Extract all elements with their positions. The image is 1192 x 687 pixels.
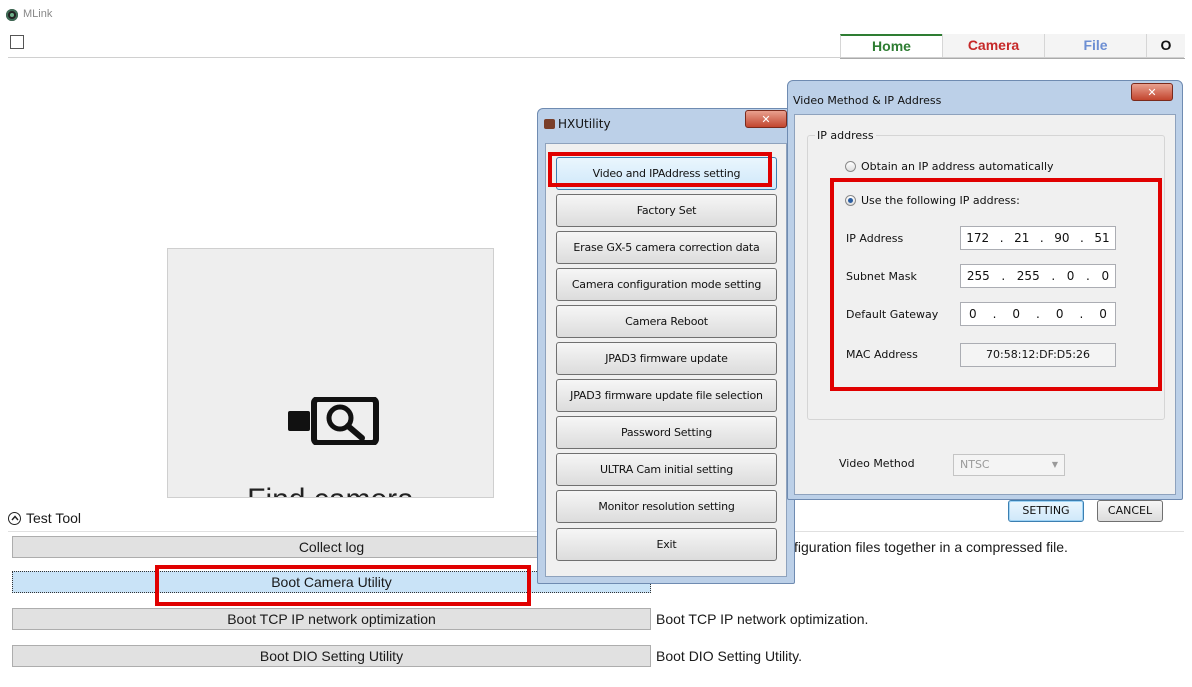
video-ip-setting-button[interactable]: Video and IPAddress setting: [556, 157, 777, 190]
password-setting-button[interactable]: Password Setting: [556, 416, 777, 449]
erase-correction-data-button[interactable]: Erase GX-5 camera correction data: [556, 231, 777, 264]
ip-address-field[interactable]: 172. 21. 90. 51: [960, 226, 1116, 250]
collapse-icon[interactable]: [8, 511, 21, 525]
video-ip-body: IP address Obtain an IP address automati…: [794, 114, 1176, 522]
video-method-select[interactable]: NTSC ▼: [953, 454, 1065, 476]
boot-dio-description: Boot DIO Setting Utility.: [656, 648, 803, 664]
tab-file[interactable]: File: [1044, 34, 1146, 57]
video-method-value: NTSC: [960, 458, 990, 471]
radio-obtain-auto[interactable]: Obtain an IP address automatically: [845, 160, 1054, 173]
tab-camera[interactable]: Camera: [942, 34, 1044, 57]
radio-manual-label: Use the following IP address:: [861, 194, 1020, 207]
boot-dio-button[interactable]: Boot DIO Setting Utility: [12, 645, 651, 667]
hxutility-title: HXUtility: [558, 117, 611, 131]
hxutility-dialog: HXUtility ✕ Video and IPAddress setting …: [537, 108, 795, 584]
ip-address-group-label: IP address: [815, 129, 876, 142]
tab-home[interactable]: Home: [840, 34, 942, 57]
exit-button[interactable]: Exit: [556, 528, 777, 561]
radio-manual-icon[interactable]: [845, 195, 856, 206]
video-ip-close-button[interactable]: ✕: [1131, 83, 1173, 101]
test-tool-title: Test Tool: [26, 510, 81, 526]
hxutility-body: Video and IPAddress setting Factory Set …: [545, 143, 787, 577]
radio-use-following[interactable]: Use the following IP address:: [845, 194, 1020, 207]
factory-set-button[interactable]: Factory Set: [556, 194, 777, 227]
collect-log-description: figuration files together in a compresse…: [794, 539, 1068, 555]
find-camera-label: Find camera: [168, 483, 493, 497]
header-divider: [8, 57, 1184, 58]
camera-reboot-button[interactable]: Camera Reboot: [556, 305, 777, 338]
jpad3-firmware-update-button[interactable]: JPAD3 firmware update: [556, 342, 777, 375]
boot-tcp-ip-description: Boot TCP IP network optimization.: [656, 611, 869, 627]
ip-address-label: IP Address: [846, 232, 904, 245]
video-ip-dialog: Video Method & IP Address ✕ IP address O…: [787, 80, 1183, 522]
camera-config-mode-button[interactable]: Camera configuration mode setting: [556, 268, 777, 301]
hxutility-app-icon: [544, 119, 555, 129]
radio-auto-icon[interactable]: [845, 161, 856, 172]
app-title: MLink: [23, 8, 53, 20]
jpad3-file-selection-button[interactable]: JPAD3 firmware update file selection: [556, 379, 777, 412]
hxutility-close-button[interactable]: ✕: [745, 110, 787, 128]
ultra-cam-initial-button[interactable]: ULTRA Cam initial setting: [556, 453, 777, 486]
find-camera-tile[interactable]: Find camera: [167, 248, 494, 498]
subnet-mask-field[interactable]: 255. 255. 0. 0: [960, 264, 1116, 288]
boot-tcp-ip-button[interactable]: Boot TCP IP network optimization: [12, 608, 651, 630]
test-tool-header[interactable]: Test Tool: [8, 510, 81, 526]
video-ip-dialog-title: Video Method & IP Address: [793, 94, 942, 107]
radio-auto-label: Obtain an IP address automatically: [861, 160, 1054, 173]
main-checkbox[interactable]: [10, 35, 24, 49]
app-logo-icon: [6, 9, 18, 21]
monitor-resolution-button[interactable]: Monitor resolution setting: [556, 490, 777, 523]
default-gateway-field[interactable]: 0. 0. 0. 0: [960, 302, 1116, 326]
cancel-button[interactable]: CANCEL: [1097, 500, 1163, 522]
subnet-mask-label: Subnet Mask: [846, 270, 917, 283]
tab-bar: Home Camera File O: [840, 34, 1185, 59]
camera-search-icon: [288, 397, 379, 445]
video-method-label: Video Method: [839, 457, 915, 470]
tab-other[interactable]: O: [1146, 34, 1185, 57]
chevron-down-icon[interactable]: ▼: [1052, 455, 1058, 475]
mac-address-label: MAC Address: [846, 348, 918, 361]
setting-button[interactable]: SETTING: [1008, 500, 1084, 522]
default-gateway-label: Default Gateway: [846, 308, 939, 321]
mac-address-field: 70:58:12:DF:D5:26: [960, 343, 1116, 367]
